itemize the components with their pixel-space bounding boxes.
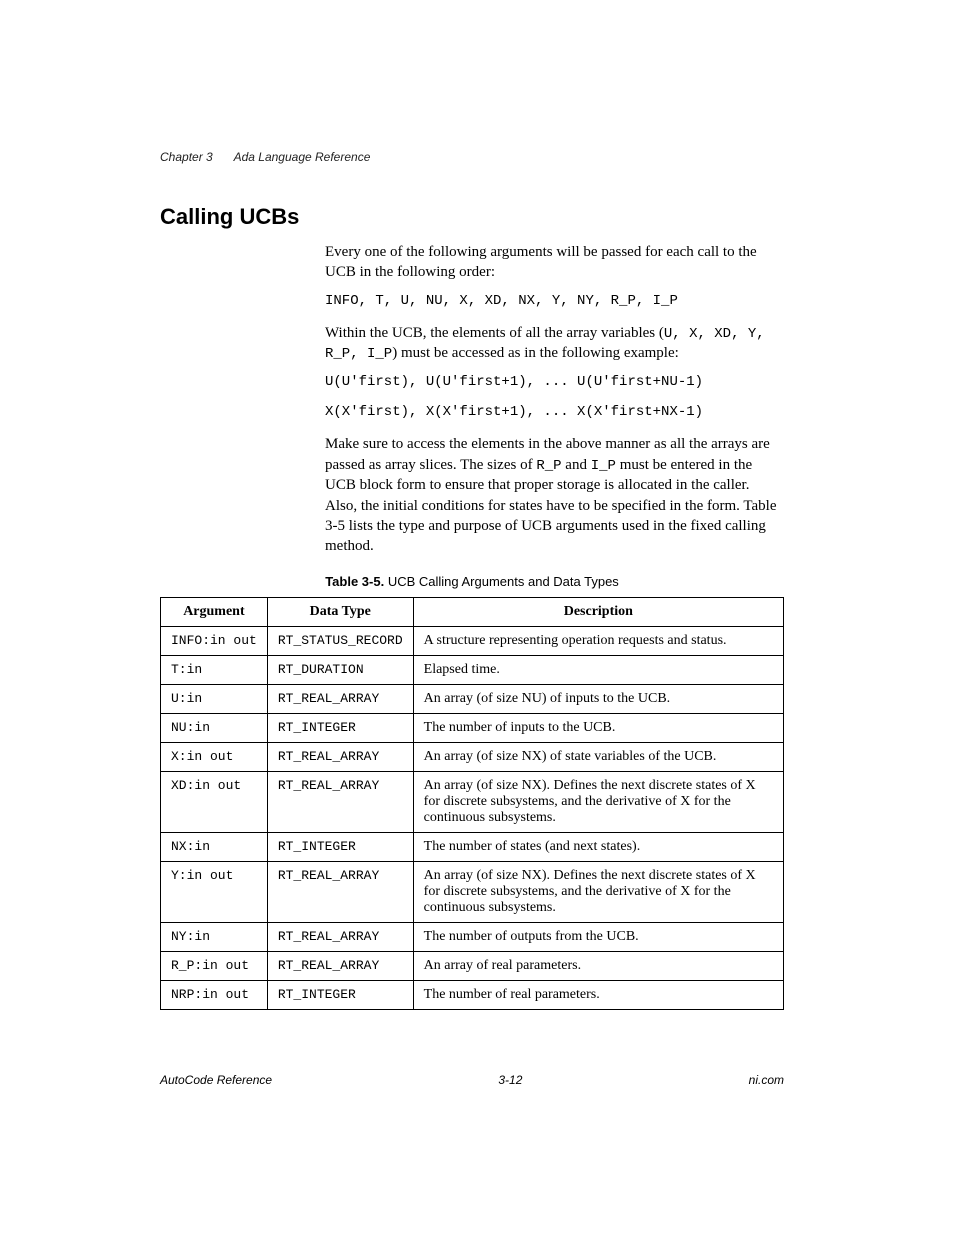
- description-cell: An array of real parameters.: [413, 952, 783, 981]
- table-caption: Table 3-5. UCB Calling Arguments and Dat…: [160, 574, 784, 589]
- argument-cell: U:in: [161, 685, 268, 714]
- datatype-cell: RT_REAL_ARRAY: [267, 952, 413, 981]
- page-footer: AutoCode Reference 3-12 ni.com: [160, 1073, 784, 1087]
- table-row: NY:inRT_REAL_ARRAYThe number of outputs …: [161, 923, 784, 952]
- table-row: X:in outRT_REAL_ARRAYAn array (of size N…: [161, 743, 784, 772]
- table-header-row: Argument Data Type Description: [161, 598, 784, 627]
- code-block: INFO, T, U, NU, X, XD, NX, Y, NY, R_P, I…: [325, 293, 784, 309]
- table-body: INFO:in outRT_STATUS_RECORDA structure r…: [161, 627, 784, 1010]
- argument-cell: NU:in: [161, 714, 268, 743]
- description-cell: An array (of size NU) of inputs to the U…: [413, 685, 783, 714]
- chapter-number: Chapter 3: [160, 150, 213, 164]
- code-block: U(U'first), U(U'first+1), ... U(U'first+…: [325, 374, 784, 390]
- footer-right: ni.com: [749, 1073, 784, 1087]
- page: Chapter 3 Ada Language Reference Calling…: [0, 0, 954, 1235]
- datatype-cell: RT_REAL_ARRAY: [267, 862, 413, 923]
- inline-code: R_P: [536, 458, 561, 474]
- datatype-cell: RT_STATUS_RECORD: [267, 627, 413, 656]
- argument-cell: XD:in out: [161, 772, 268, 833]
- datatype-cell: RT_REAL_ARRAY: [267, 772, 413, 833]
- footer-left: AutoCode Reference: [160, 1073, 272, 1087]
- argument-cell: NY:in: [161, 923, 268, 952]
- table-row: Y:in outRT_REAL_ARRAYAn array (of size N…: [161, 862, 784, 923]
- paragraph: Within the UCB, the elements of all the …: [325, 323, 784, 365]
- table-row: U:inRT_REAL_ARRAYAn array (of size NU) o…: [161, 685, 784, 714]
- table-row: XD:in outRT_REAL_ARRAYAn array (of size …: [161, 772, 784, 833]
- paragraph: Every one of the following arguments wil…: [325, 242, 784, 283]
- table-row: R_P:in outRT_REAL_ARRAYAn array of real …: [161, 952, 784, 981]
- description-cell: The number of states (and next states).: [413, 833, 783, 862]
- datatype-cell: RT_REAL_ARRAY: [267, 743, 413, 772]
- footer-center: 3-12: [498, 1073, 522, 1087]
- inline-code: I_P: [591, 458, 616, 474]
- datatype-cell: RT_REAL_ARRAY: [267, 685, 413, 714]
- description-cell: An array (of size NX). Defines the next …: [413, 772, 783, 833]
- col-header-description: Description: [413, 598, 783, 627]
- description-cell: A structure representing operation reque…: [413, 627, 783, 656]
- table-row: NU:inRT_INTEGERThe number of inputs to t…: [161, 714, 784, 743]
- paragraph: Make sure to access the elements in the …: [325, 434, 784, 556]
- table-title: UCB Calling Arguments and Data Types: [384, 574, 619, 589]
- table-number: Table 3-5.: [325, 574, 384, 589]
- arguments-table: Argument Data Type Description INFO:in o…: [160, 597, 784, 1010]
- datatype-cell: RT_DURATION: [267, 656, 413, 685]
- datatype-cell: RT_INTEGER: [267, 833, 413, 862]
- description-cell: Elapsed time.: [413, 656, 783, 685]
- datatype-cell: RT_INTEGER: [267, 714, 413, 743]
- chapter-title: Ada Language Reference: [234, 150, 371, 164]
- table-row: NX:inRT_INTEGERThe number of states (and…: [161, 833, 784, 862]
- code-block: X(X'first), X(X'first+1), ... X(X'first+…: [325, 404, 784, 420]
- description-cell: The number of inputs to the UCB.: [413, 714, 783, 743]
- text-fragment: Within the UCB, the elements of all the …: [325, 325, 664, 341]
- table-row: NRP:in outRT_INTEGERThe number of real p…: [161, 981, 784, 1010]
- col-header-datatype: Data Type: [267, 598, 413, 627]
- body-content: Every one of the following arguments wil…: [325, 242, 784, 556]
- argument-cell: NX:in: [161, 833, 268, 862]
- text-fragment: and: [562, 457, 591, 473]
- description-cell: The number of outputs from the UCB.: [413, 923, 783, 952]
- argument-cell: T:in: [161, 656, 268, 685]
- section-heading: Calling UCBs: [160, 204, 784, 230]
- argument-cell: X:in out: [161, 743, 268, 772]
- datatype-cell: RT_INTEGER: [267, 981, 413, 1010]
- datatype-cell: RT_REAL_ARRAY: [267, 923, 413, 952]
- col-header-argument: Argument: [161, 598, 268, 627]
- argument-cell: NRP:in out: [161, 981, 268, 1010]
- argument-cell: Y:in out: [161, 862, 268, 923]
- text-fragment: ) must be accessed as in the following e…: [392, 345, 679, 361]
- description-cell: An array (of size NX). Defines the next …: [413, 862, 783, 923]
- table-row: INFO:in outRT_STATUS_RECORDA structure r…: [161, 627, 784, 656]
- argument-cell: INFO:in out: [161, 627, 268, 656]
- description-cell: The number of real parameters.: [413, 981, 783, 1010]
- argument-cell: R_P:in out: [161, 952, 268, 981]
- table-row: T:inRT_DURATIONElapsed time.: [161, 656, 784, 685]
- description-cell: An array (of size NX) of state variables…: [413, 743, 783, 772]
- running-header: Chapter 3 Ada Language Reference: [160, 150, 784, 164]
